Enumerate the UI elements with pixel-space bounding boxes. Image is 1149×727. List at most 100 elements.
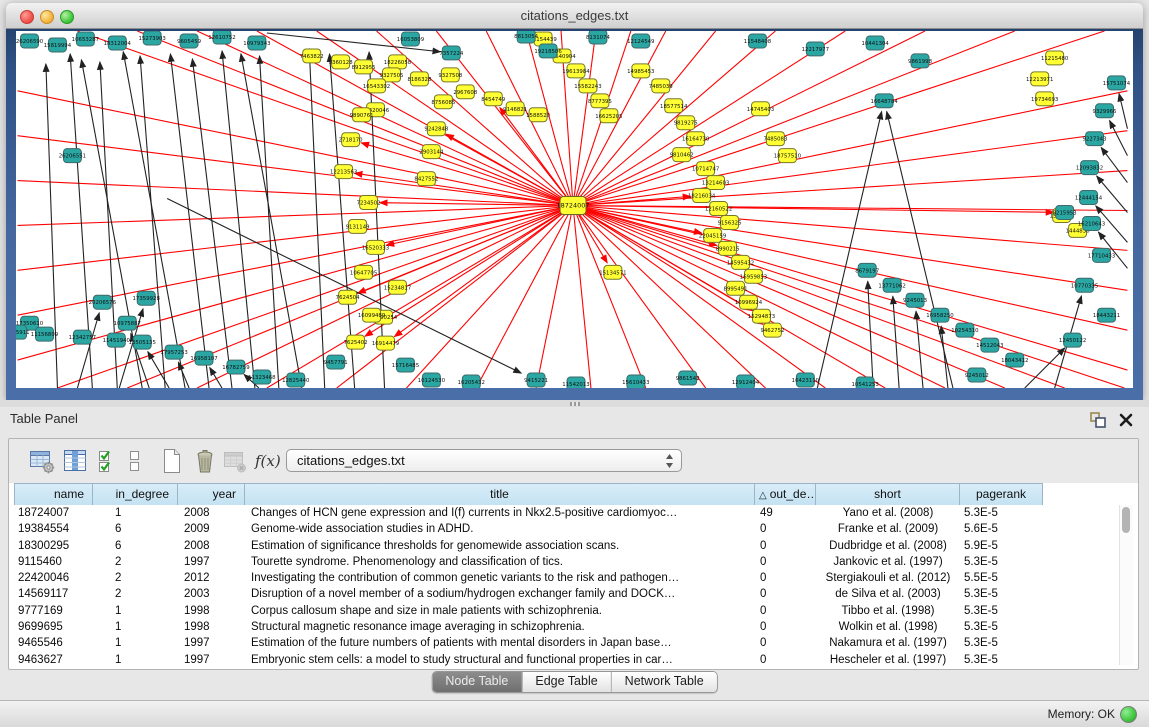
table-cell[interactable]: 19384554 [14, 521, 93, 537]
table-cell[interactable]: 18724007 [14, 505, 93, 521]
table-cell[interactable]: Estimation of the future numbers of pati… [245, 635, 755, 651]
graph-edge-selected[interactable] [536, 206, 573, 388]
table-cell[interactable]: 5.3E-5 [960, 505, 1043, 521]
table-mode-icon[interactable] [29, 448, 55, 474]
float-panel-icon[interactable] [1089, 411, 1107, 429]
network-canvas[interactable]: 1872400774638229360128891295518226058932… [16, 31, 1133, 388]
graph-edge[interactable] [1119, 94, 1127, 129]
table-cell[interactable]: 1 [93, 635, 178, 651]
table-row[interactable]: 946362711997Embryonic stem cells: a mode… [14, 652, 1119, 667]
table-cell[interactable]: 9115460 [14, 554, 93, 570]
table-cell[interactable]: Nakamura et al. (1997) [816, 635, 960, 651]
table-cell[interactable]: Investigating the contribution of common… [245, 570, 755, 586]
table-vertical-scrollbar[interactable] [1119, 505, 1133, 665]
table-cell[interactable]: 0 [755, 554, 816, 570]
close-panel-icon[interactable] [1117, 411, 1135, 429]
select-all-icon[interactable] [97, 448, 117, 474]
table-cell[interactable]: Wolkin et al. (1998) [816, 619, 960, 635]
graph-edge-selected[interactable] [573, 31, 1105, 206]
graph-edge-selected[interactable] [573, 31, 596, 206]
graph-edge-selected[interactable] [18, 206, 573, 361]
graph-edge-selected[interactable] [573, 206, 1124, 388]
graph-edge[interactable] [1110, 121, 1128, 156]
table-cell[interactable]: Embryonic stem cells: a model to study s… [245, 652, 755, 667]
table-cell[interactable]: 5.9E-5 [960, 538, 1043, 554]
graph-edge-selected[interactable] [446, 134, 573, 205]
table-cell[interactable]: 5.3E-5 [960, 619, 1043, 635]
graph-edge[interactable] [868, 281, 873, 388]
graph-edge-selected[interactable] [361, 143, 573, 206]
table-cell[interactable]: Tibbo et al. (1998) [816, 603, 960, 619]
graph-edge-selected[interactable] [406, 206, 573, 388]
table-row[interactable]: 977716911998Corpus callosum shape and si… [14, 603, 1119, 619]
table-cell[interactable]: 1 [93, 603, 178, 619]
column-header-pagerank[interactable]: pagerank [960, 484, 1043, 505]
table-selector-dropdown[interactable]: citations_edges.txt [286, 449, 682, 472]
graph-edge-selected[interactable] [476, 206, 573, 388]
graph-edge[interactable] [941, 326, 948, 388]
table-cell[interactable]: 9465546 [14, 635, 93, 651]
column-header-short[interactable]: short [816, 484, 960, 505]
table-cell[interactable]: 2008 [178, 538, 245, 554]
table-cell[interactable]: 2 [93, 570, 178, 586]
graph-edge-selected[interactable] [573, 206, 1127, 371]
table-cell[interactable]: 0 [755, 570, 816, 586]
tab-edge-table[interactable]: Edge Table [521, 672, 610, 692]
graph-edge-selected[interactable] [573, 206, 646, 388]
table-cell[interactable]: 1 [93, 505, 178, 521]
network-window-titlebar[interactable]: citations_edges.txt [6, 3, 1143, 29]
table-cell[interactable]: 1 [93, 652, 178, 667]
table-cell[interactable]: 0 [755, 586, 816, 602]
delete-column-icon[interactable] [192, 448, 218, 474]
table-cell[interactable]: 0 [755, 538, 816, 554]
column-header-out_de[interactable]: △out_de… [755, 484, 816, 505]
table-cell[interactable]: 18300295 [14, 538, 93, 554]
table-cell[interactable]: 5.3E-5 [960, 586, 1043, 602]
table-cell[interactable]: Genome-wide association studies in ADHD. [245, 521, 755, 537]
scrollbar-thumb[interactable] [1122, 507, 1130, 533]
table-cell[interactable]: 0 [755, 652, 816, 667]
graph-edge-selected[interactable] [267, 206, 573, 388]
table-cell[interactable]: 0 [755, 603, 816, 619]
table-cell[interactable]: Disruption of a novel member of a sodium… [245, 586, 755, 602]
table-cell[interactable]: Jankovic et al. (1997) [816, 554, 960, 570]
graph-edge[interactable] [1101, 147, 1127, 182]
table-cell[interactable]: 0 [755, 619, 816, 635]
table-cell[interactable]: Tourette syndrome. Phenomenology and cla… [245, 554, 755, 570]
tab-node-table[interactable]: Node Table [432, 672, 521, 692]
table-cell[interactable]: Changes of HCN gene expression and I(f) … [245, 505, 755, 521]
table-cell[interactable]: 5.3E-5 [960, 635, 1043, 651]
table-cell[interactable]: Yano et al. (2008) [816, 505, 960, 521]
table-row[interactable]: 1938455462009Genome-wide association stu… [14, 521, 1119, 537]
table-row[interactable]: 946554611997Estimation of the future num… [14, 635, 1119, 651]
table-cell[interactable]: 9777169 [14, 603, 93, 619]
graph-edge-selected[interactable] [197, 206, 573, 388]
table-cell[interactable]: 0 [755, 635, 816, 651]
table-row[interactable]: 2242004622012Investigating the contribut… [14, 570, 1119, 586]
function-builder-icon[interactable]: f(x) [255, 448, 285, 474]
new-column-icon[interactable] [159, 448, 185, 474]
graph-edge-selected[interactable] [337, 206, 573, 388]
graph-edge-selected[interactable] [573, 206, 945, 388]
table-cell[interactable]: 1997 [178, 635, 245, 651]
graph-edge-selected[interactable] [358, 206, 573, 294]
table-cell[interactable]: 6 [93, 538, 178, 554]
graph-edge[interactable] [916, 311, 923, 388]
table-row[interactable]: 911546021997Tourette syndrome. Phenomeno… [14, 554, 1119, 570]
table-cell[interactable]: 1 [93, 619, 178, 635]
table-cell[interactable]: 2 [93, 586, 178, 602]
splitter-grip-icon[interactable] [570, 402, 580, 406]
table-cell[interactable]: Corpus callosum shape and size in male p… [245, 603, 755, 619]
table-cell[interactable]: 2008 [178, 505, 245, 521]
table-cell[interactable]: 14569117 [14, 586, 93, 602]
graph-edge[interactable] [178, 362, 189, 388]
table-cell[interactable]: 2009 [178, 521, 245, 537]
table-cell[interactable]: Franke et al. (2009) [816, 521, 960, 537]
graph-edge[interactable] [309, 49, 324, 388]
table-row[interactable]: 969969511998Structural magnetic resonanc… [14, 619, 1119, 635]
table-cell[interactable]: 6 [93, 521, 178, 537]
graph-edge-selected[interactable] [573, 206, 591, 388]
table-row[interactable]: 1872400712008Changes of HCN gene express… [14, 505, 1119, 521]
column-header-year[interactable]: year [178, 484, 245, 505]
column-header-name[interactable]: name [14, 484, 93, 505]
